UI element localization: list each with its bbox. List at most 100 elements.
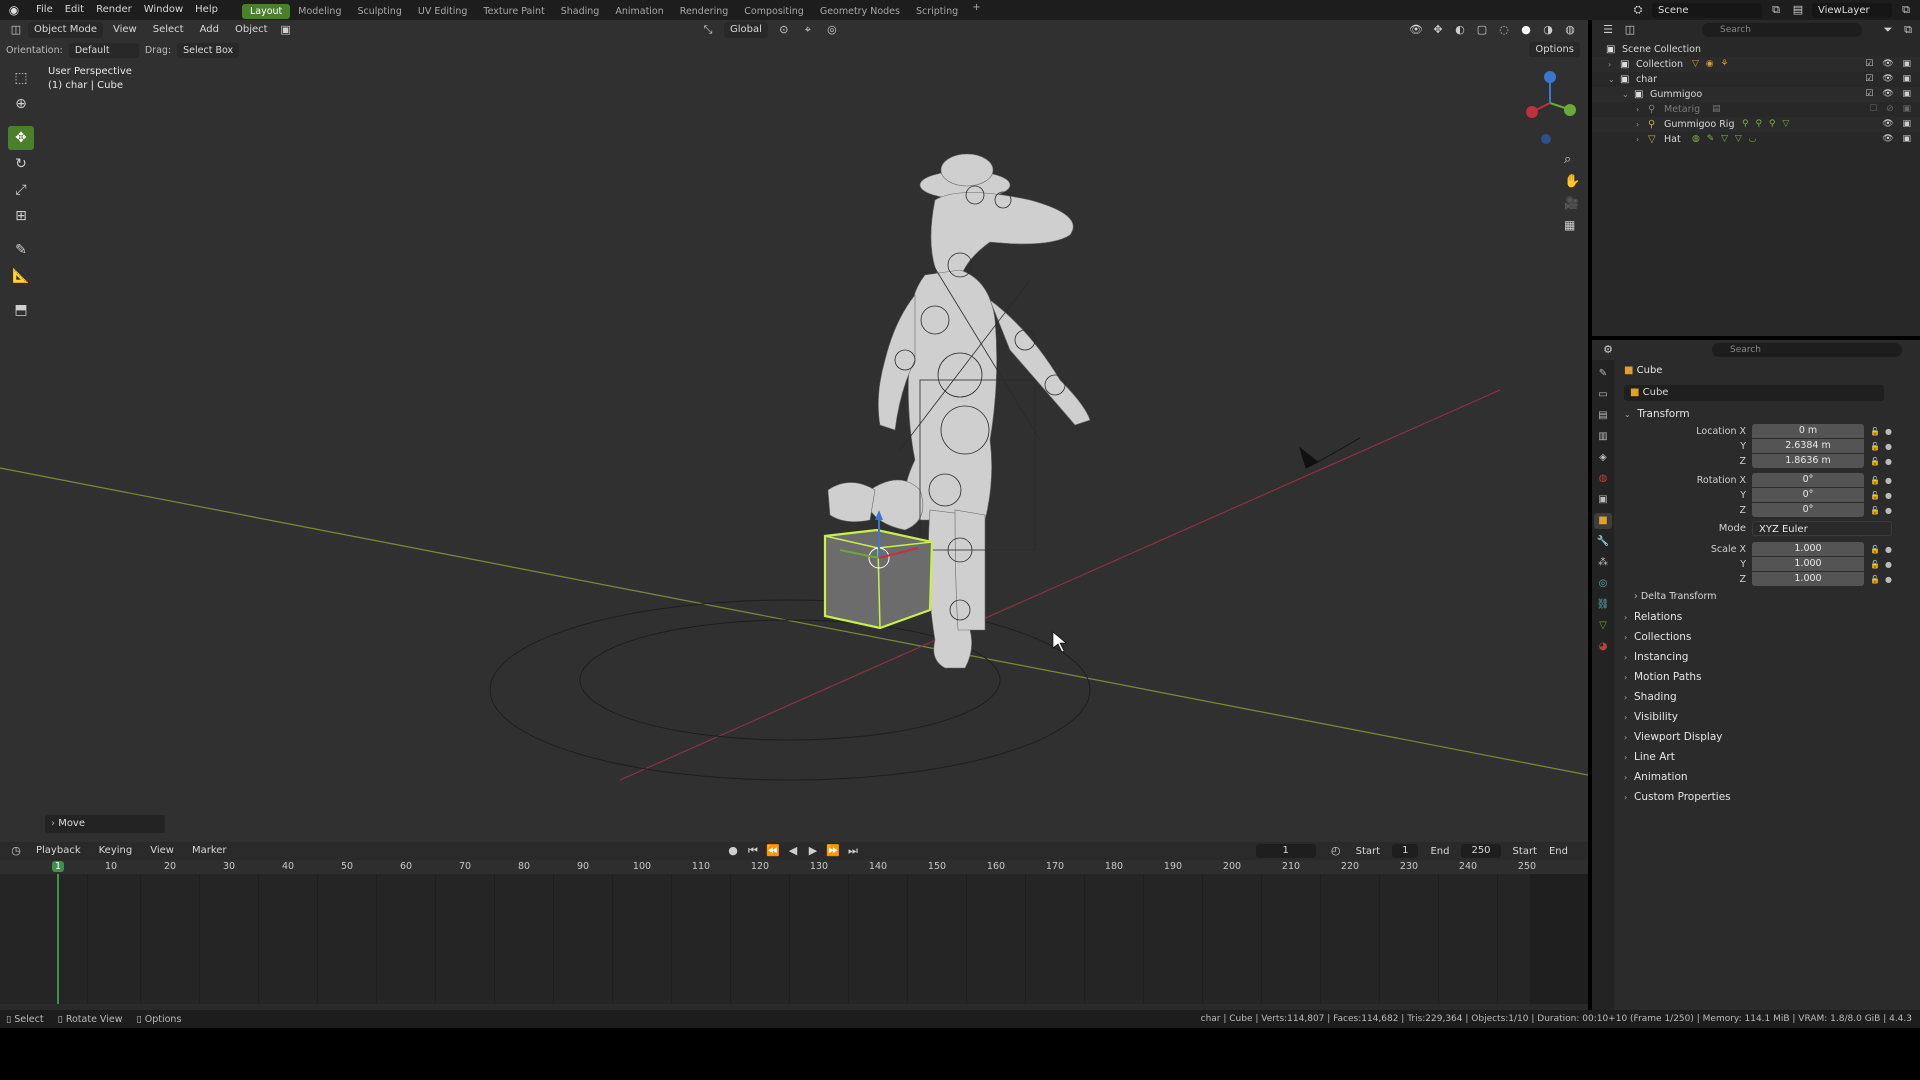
lock-icon[interactable]: 🔓● — [1870, 542, 1897, 557]
lock-icon[interactable]: 🔓● — [1870, 473, 1897, 488]
rotation-mode-dropdown[interactable]: XYZ Euler — [1752, 521, 1892, 536]
timeline-ruler[interactable]: 1 10 20 30 40 50 60 70 80 90 100 110 120 130 140 150 160… — [0, 860, 1588, 874]
move-tool-icon[interactable]: ✥ — [8, 126, 34, 150]
end-frame-field[interactable]: 250 — [1461, 844, 1501, 858]
tab-sculpting[interactable]: Sculpting — [349, 4, 409, 19]
scale-y-field[interactable]: 1.000 — [1752, 557, 1864, 571]
rotation-z-field[interactable]: 0° — [1752, 503, 1864, 517]
properties-editor-type-icon[interactable]: ⚙ — [1600, 342, 1616, 358]
tab-modeling[interactable]: Modeling — [290, 4, 349, 19]
visibility-toggles[interactable]: ☐ ⊘ ▣ — [1869, 102, 1914, 117]
outliner-row-metarig[interactable]: › ⚲ Metarig ▤ ☐ ⊘ ▣ — [1592, 102, 1920, 117]
lock-icon[interactable]: 🔓● — [1870, 557, 1897, 572]
data-tab-icon[interactable]: ▽ — [1594, 618, 1612, 634]
tool-tab-icon[interactable]: ✎ — [1594, 366, 1612, 382]
mode-selector[interactable]: Object Mode — [28, 22, 103, 38]
menu-object[interactable]: Object — [229, 22, 274, 38]
tab-layout[interactable]: Layout — [241, 3, 291, 19]
tab-compositing[interactable]: Compositing — [736, 4, 812, 19]
menu-select[interactable]: Select — [147, 22, 190, 38]
transform-orientation-selector[interactable]: Global — [724, 22, 768, 38]
physics-tab-icon[interactable]: ◎ — [1594, 576, 1612, 592]
modifier-tab-icon[interactable]: 🔧 — [1594, 534, 1612, 550]
measure-tool-icon[interactable]: 📐 — [8, 264, 34, 288]
navigation-gizmo[interactable]: ⌕ ✋ 🎥 ▦ — [1520, 65, 1580, 245]
pivot-point-icon[interactable]: ⊙ — [776, 22, 792, 38]
play-icon[interactable]: ▶ — [805, 843, 821, 859]
constraints-tab-icon[interactable]: ⛓ — [1594, 597, 1612, 613]
visibility-toggles[interactable]: 👁 ▣ — [1882, 117, 1914, 132]
snap-icon[interactable]: ⌖ — [800, 22, 816, 38]
rendered-shading-icon[interactable]: ◍ — [1562, 22, 1578, 38]
lock-icon[interactable]: 🔓● — [1870, 488, 1897, 503]
scene-selector[interactable]: Scene — [1652, 2, 1762, 18]
output-tab-icon[interactable]: ▤ — [1594, 408, 1612, 424]
proportional-editing-icon[interactable]: ◎ — [824, 22, 840, 38]
outliner-row-collection[interactable]: › ▣ Collection ▽ ◉ ⚘ ☑ 👁 ▣ — [1592, 57, 1920, 72]
clock-icon[interactable]: ◴ — [1328, 843, 1344, 859]
lock-icon[interactable]: 🔓● — [1870, 424, 1897, 439]
particles-tab-icon[interactable]: ⁂ — [1594, 555, 1612, 571]
visibility-toggles[interactable]: ☑ 👁 ▣ — [1865, 57, 1914, 72]
filter-icon[interactable]: ⏷ — [1880, 22, 1896, 38]
timeline-body[interactable] — [0, 874, 1588, 1004]
add-workspace-button[interactable]: + — [966, 2, 986, 19]
collection-tab-icon[interactable]: ▣ — [1594, 492, 1612, 508]
location-x-field[interactable]: 0 m — [1752, 424, 1864, 438]
material-tab-icon[interactable]: ◕ — [1594, 639, 1612, 655]
menu-file[interactable]: File — [30, 0, 59, 20]
expand-arrow-icon[interactable]: › — [1636, 102, 1639, 117]
panel-viewport-display[interactable]: › Viewport Display — [1618, 727, 1918, 747]
location-z-field[interactable]: 1.8636 m — [1752, 454, 1864, 468]
new-scene-icon[interactable]: ⧉ — [1768, 2, 1784, 18]
drag-dropdown[interactable]: Select Box — [177, 42, 240, 58]
scale-tool-icon[interactable]: ⤢ — [8, 178, 34, 202]
add-cube-tool-icon[interactable]: ⬒ — [8, 298, 34, 322]
menu-render[interactable]: Render — [90, 0, 138, 20]
scale-z-field[interactable]: 1.000 — [1752, 572, 1864, 586]
panel-custom-properties[interactable]: › Custom Properties — [1618, 787, 1918, 807]
gizmo-toggle-icon[interactable]: ✥ — [1430, 22, 1446, 38]
delta-transform-subpanel[interactable]: › Delta Transform — [1618, 587, 1918, 607]
prev-keyframe-icon[interactable]: ⏪ — [765, 843, 781, 859]
material-shading-icon[interactable]: ◑ — [1540, 22, 1556, 38]
record-icon[interactable]: ● — [725, 843, 741, 859]
view-layer-selector[interactable]: ViewLayer — [1812, 2, 1892, 18]
play-reverse-icon[interactable]: ◀ — [785, 843, 801, 859]
tab-texture-paint[interactable]: Texture Paint — [475, 4, 552, 19]
lock-icon[interactable]: 🔓● — [1870, 454, 1897, 469]
annotate-tool-icon[interactable]: ✎ — [8, 238, 34, 262]
panel-motion-paths[interactable]: › Motion Paths — [1618, 667, 1918, 687]
object-tab-icon[interactable]: ■ — [1594, 513, 1612, 529]
visibility-toggles[interactable]: 👁 ▣ — [1882, 132, 1914, 147]
orientation-dropdown[interactable]: Default — [68, 42, 139, 58]
visibility-icon[interactable]: 👁 — [1408, 22, 1424, 38]
location-y-field[interactable]: 2.6384 m — [1752, 439, 1864, 453]
menu-add[interactable]: Add — [194, 22, 225, 38]
timeline-editor-type-icon[interactable]: ◷ — [8, 843, 24, 859]
cursor-tool-icon[interactable]: ⊕ — [8, 92, 34, 116]
scale-x-field[interactable]: 1.000 — [1752, 542, 1864, 556]
tab-animation[interactable]: Animation — [607, 4, 671, 19]
new-view-layer-icon[interactable]: ⧉ — [1898, 2, 1914, 18]
outliner-row-gummigoo[interactable]: ⌄ ▣ Gummigoo ☑ 👁 ▣ — [1592, 87, 1920, 102]
display-mode-icon[interactable]: ◫ — [1622, 22, 1638, 38]
render-tab-icon[interactable]: ▭ — [1594, 387, 1612, 403]
menu-help[interactable]: Help — [189, 0, 224, 20]
menu-window[interactable]: Window — [138, 0, 189, 20]
scene-tab-icon[interactable]: ◈ — [1594, 450, 1612, 466]
visibility-toggles[interactable]: ☑ 👁 ▣ — [1865, 87, 1914, 102]
outliner-editor-type-icon[interactable]: ☰ — [1600, 22, 1616, 38]
outliner-search-input[interactable]: Search — [1702, 23, 1862, 37]
tab-scripting[interactable]: Scripting — [908, 4, 966, 19]
tab-uv-editing[interactable]: UV Editing — [410, 4, 476, 19]
expand-arrow-icon[interactable]: › — [1636, 117, 1639, 132]
view-layer-tab-icon[interactable]: ▥ — [1594, 429, 1612, 445]
panel-shading[interactable]: › Shading — [1618, 687, 1918, 707]
tab-rendering[interactable]: Rendering — [672, 4, 737, 19]
visibility-toggles[interactable]: ☑ 👁 ▣ — [1865, 72, 1914, 87]
transform-panel-header[interactable]: ⌄ Transform — [1618, 404, 1918, 424]
outliner-row-scene-collection[interactable]: ▣ Scene Collection — [1592, 42, 1920, 57]
rotate-tool-icon[interactable]: ↻ — [8, 152, 34, 176]
world-tab-icon[interactable]: ◍ — [1594, 471, 1612, 487]
